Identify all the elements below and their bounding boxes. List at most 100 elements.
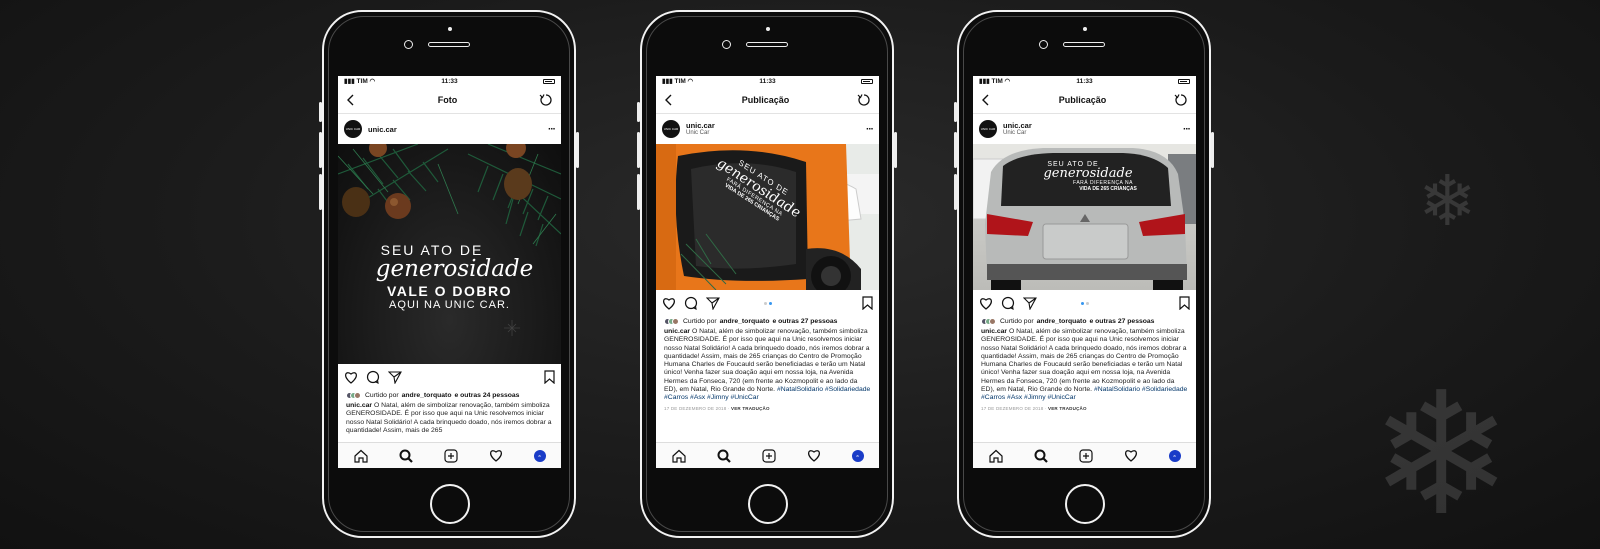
volume-button — [319, 174, 322, 210]
search-icon[interactable] — [399, 449, 413, 463]
bookmark-icon[interactable] — [1179, 296, 1190, 310]
comment-icon[interactable] — [366, 370, 380, 384]
avatar[interactable]: UNIC CAR — [979, 120, 997, 138]
avatar[interactable]: UNIC CAR — [662, 120, 680, 138]
carousel-dots — [763, 301, 772, 305]
caption-username[interactable]: unic.car — [981, 328, 1007, 335]
liked-user[interactable]: andre_torquato — [1037, 318, 1087, 325]
more-icon[interactable]: ··· — [1183, 124, 1191, 135]
refresh-icon[interactable] — [539, 93, 553, 107]
battery-icon — [861, 78, 873, 84]
window-text-block: SEU ATO DE generosidade FARÁ DIFERENÇA N… — [1028, 161, 1148, 192]
phone-mockup-1: ▮▮▮ TIM ◠ 11:33 Foto UNIC CAR unic.car ·… — [319, 10, 579, 538]
post-date: 17 DE DEZEMBRO DE 2018 · VER TRADUÇÃO — [664, 405, 770, 411]
earpiece-speaker — [1063, 42, 1105, 47]
caption-text: O Natal, além de simbolizar renovação, t… — [664, 328, 870, 394]
add-icon[interactable] — [1078, 448, 1093, 463]
post-caption: unic.car O Natal, além de simbolizar ren… — [656, 326, 879, 403]
home-button[interactable] — [748, 484, 788, 524]
heart-icon[interactable] — [979, 297, 993, 310]
date-text: 17 DE DEZEMBRO DE 2018 — [664, 405, 727, 411]
avatar[interactable]: UNIC CAR — [344, 120, 362, 138]
back-icon[interactable] — [664, 94, 674, 106]
carrier-label: ▮▮▮ TIM ◠ — [979, 78, 1011, 85]
profile-icon[interactable]: a — [1168, 449, 1181, 462]
post-username[interactable]: unic.car — [368, 125, 397, 134]
post-image[interactable]: SEU ATO DE generosidade VALE O DOBRO AQU… — [338, 144, 561, 364]
add-icon[interactable] — [443, 448, 458, 463]
post-caption: unic.car O Natal, além de simbolizar ren… — [973, 326, 1196, 403]
post-headline: SEU ATO DE generosidade VALE O DOBRO AQU… — [338, 242, 561, 311]
instagram-screen: ▮▮▮ TIM ◠ 11:33 Publicação UNIC CAR unic… — [656, 76, 879, 468]
post-username[interactable]: unic.car — [1003, 121, 1032, 130]
activity-icon[interactable] — [807, 449, 821, 462]
heart-icon[interactable] — [662, 297, 676, 310]
liked-user[interactable]: andre_torquato — [402, 392, 452, 399]
heart-icon[interactable] — [344, 371, 358, 384]
activity-icon[interactable] — [489, 449, 503, 462]
refresh-icon[interactable] — [857, 93, 871, 107]
post-image[interactable]: SEU ATO DE generosidade FARÁ DIFERENÇA N… — [973, 144, 1196, 290]
power-button — [1211, 132, 1214, 168]
liked-suffix[interactable]: e outras 27 pessoas — [1089, 318, 1154, 325]
home-icon[interactable] — [671, 449, 686, 463]
translate-link[interactable]: VER TRADUÇÃO — [1048, 406, 1087, 411]
share-icon[interactable] — [706, 296, 720, 310]
likes-line: Curtido por andre_torquato e outras 27 p… — [656, 316, 879, 326]
profile-icon[interactable]: a — [851, 449, 864, 462]
window-line-2: generosidade — [1043, 166, 1133, 181]
power-button — [894, 132, 897, 168]
caption-username[interactable]: unic.car — [346, 402, 372, 409]
post-image[interactable]: SEU ATO DE generosidade FARÁ DIFERENÇA N… — [656, 144, 879, 290]
caption-username[interactable]: unic.car — [664, 328, 690, 335]
volume-button — [319, 132, 322, 168]
add-icon[interactable] — [761, 448, 776, 463]
proximity-sensor — [766, 27, 770, 31]
volume-button — [637, 132, 640, 168]
liked-suffix[interactable]: e outras 27 pessoas — [772, 318, 837, 325]
comment-icon[interactable] — [684, 296, 698, 310]
home-button[interactable] — [430, 484, 470, 524]
liked-user[interactable]: andre_torquato — [720, 318, 770, 325]
instagram-screen: ▮▮▮ TIM ◠ 11:33 Publicação UNIC CAR unic… — [973, 76, 1196, 468]
search-icon[interactable] — [1034, 449, 1048, 463]
share-icon[interactable] — [388, 370, 402, 384]
bookmark-icon[interactable] — [862, 296, 873, 310]
post-username[interactable]: unic.car — [686, 121, 715, 130]
carrier-label: ▮▮▮ TIM ◠ — [344, 78, 376, 85]
action-bar — [338, 364, 561, 390]
snowflake-icon: ❄ — [1418, 162, 1477, 240]
earpiece-speaker — [746, 42, 788, 47]
back-icon[interactable] — [981, 94, 991, 106]
profile-icon[interactable]: a — [533, 449, 546, 462]
battery-icon — [543, 78, 555, 84]
more-icon[interactable]: ··· — [548, 124, 556, 135]
search-icon[interactable] — [717, 449, 731, 463]
status-bar: ▮▮▮ TIM ◠ 11:33 — [656, 76, 879, 86]
home-button[interactable] — [1065, 484, 1105, 524]
more-icon[interactable]: ··· — [866, 124, 874, 135]
translate-link[interactable]: VER TRADUÇÃO — [731, 406, 770, 411]
activity-icon[interactable] — [1124, 449, 1138, 462]
date-text: 17 DE DEZEMBRO DE 2018 — [981, 405, 1044, 411]
home-icon[interactable] — [353, 449, 368, 463]
home-icon[interactable] — [988, 449, 1003, 463]
comment-icon[interactable] — [1001, 296, 1015, 310]
snowflake-icon: ❄ — [1370, 360, 1513, 549]
bookmark-icon[interactable] — [544, 370, 555, 384]
nav-bar: Foto — [338, 86, 561, 114]
nav-bar: Publicação — [656, 86, 879, 114]
post-location[interactable]: Unic Car — [686, 130, 715, 137]
carousel-dots — [1080, 301, 1089, 305]
volume-button — [954, 102, 957, 122]
volume-button — [637, 102, 640, 122]
post-location[interactable]: Unic Car — [1003, 130, 1032, 137]
nav-title: Publicação — [741, 94, 790, 105]
action-bar — [973, 290, 1196, 316]
back-icon[interactable] — [346, 94, 356, 106]
liked-suffix[interactable]: e outras 24 pessoas — [454, 392, 519, 399]
post-caption: unic.car O Natal, além de simbolizar ren… — [338, 400, 561, 435]
carrier-label: ▮▮▮ TIM ◠ — [662, 78, 694, 85]
share-icon[interactable] — [1023, 296, 1037, 310]
refresh-icon[interactable] — [1174, 93, 1188, 107]
